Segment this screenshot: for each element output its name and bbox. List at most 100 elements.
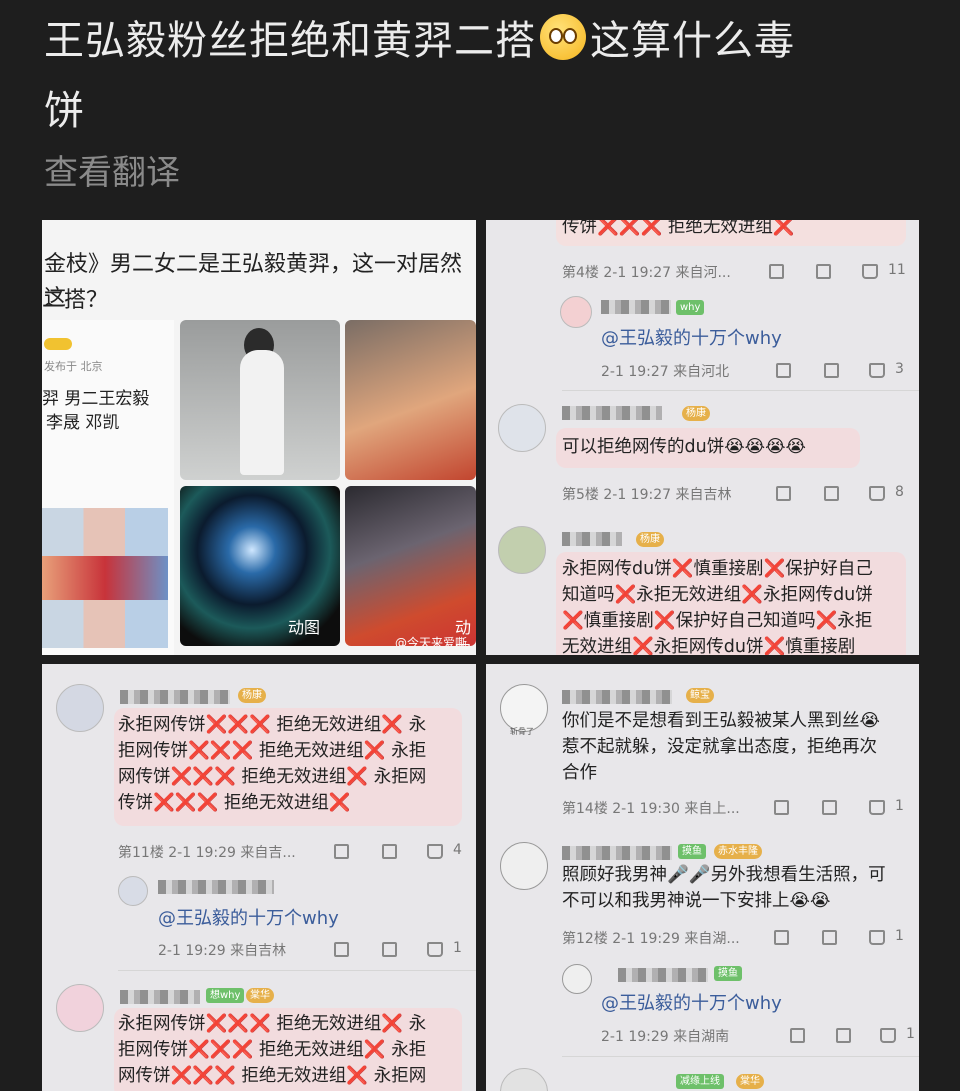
reply-mention[interactable]: @王弘毅的十万个why (601, 324, 782, 350)
comment-icon[interactable] (836, 1028, 851, 1043)
floor5-like-count: 8 (895, 484, 904, 500)
title-text-2: 这算什么毒 (590, 18, 795, 64)
comment-text-6-l3: ❌慎重接剧❌保护好自己知道吗❌永拒 (562, 611, 873, 631)
news-left-column: 发布于 北京 羿 男二王宏毅 李晟 邓凯 (42, 320, 174, 655)
figure-robe (240, 350, 284, 475)
photo-couple-scene[interactable]: 动图 @今天来爱嘶 (345, 486, 476, 646)
reply-like-count: 1 (453, 940, 462, 956)
like-icon[interactable] (869, 800, 885, 815)
reply-mention[interactable]: @王弘毅的十万个why (601, 989, 782, 1015)
share-icon[interactable] (776, 363, 791, 378)
commenter-avatar-5[interactable] (498, 404, 546, 452)
fan-badge-6: 杨康 (636, 532, 664, 547)
comment-text-11-l1: 永拒网传饼❌❌❌ 拒绝无效进组❌ 永 (118, 715, 427, 735)
comment-text-14-l2: 惹不起就躲，没定就拿出态度，拒绝再次 (562, 737, 877, 757)
photo-man-white-robe[interactable] (180, 320, 340, 480)
commenter-avatar-6[interactable] (498, 526, 546, 574)
comment-text-6-l2: 知道吗❌永拒无效进组❌永拒网传du饼 (562, 585, 873, 605)
comment-panel-4: 斩骨了 鲸宝 你们是不是想看到王弘毅被某人黑到丝😭 惹不起就躲，没定就拿出态度，… (486, 664, 919, 1091)
reply-like-count: 1 (906, 1026, 915, 1042)
share-icon[interactable] (776, 486, 791, 501)
reply-badge-why: why (676, 300, 705, 315)
photo-woman-red-costume[interactable] (345, 320, 476, 480)
floor11-like-count: 4 (453, 842, 462, 858)
commenter-name-14[interactable] (562, 690, 672, 704)
like-icon[interactable] (427, 844, 443, 859)
author-badge (44, 338, 72, 350)
reply-badge-moyu: 摸鱼 (714, 966, 742, 981)
commenter-avatar-bottom[interactable] (500, 1068, 548, 1091)
news-headline-line2: 二搭？ (42, 288, 109, 313)
publish-location: 发布于 北京 (44, 360, 103, 373)
share-icon[interactable] (769, 264, 784, 279)
commenter-avatar-12[interactable] (56, 984, 104, 1032)
floor14-meta: 第14楼 2-1 19:30 来自上... (562, 801, 740, 817)
like-icon[interactable] (880, 1028, 896, 1043)
reply-meta: 2-1 19:29 来自吉林 (158, 943, 287, 959)
fan-badge-5: 杨康 (682, 406, 710, 421)
comment-icon[interactable] (824, 363, 839, 378)
cast-line-2: 李晟 邓凯 (46, 413, 120, 433)
comment-icon[interactable] (822, 930, 837, 945)
commenter-name-6[interactable] (562, 532, 622, 546)
weibo-watermark: @今天来爱嘶 (395, 636, 468, 646)
comment-text-11-l3: 网传饼❌❌❌ 拒绝无效进组❌ 永拒网 (118, 767, 427, 787)
share-icon[interactable] (790, 1028, 805, 1043)
share-icon[interactable] (334, 844, 349, 859)
weibo-post-screenshot: 王弘毅粉丝拒绝和黄羿二搭 这算什么毒 饼 查看翻译 金枝》男二女二是王弘毅黄羿，这… (0, 0, 960, 1091)
floor11-meta: 第11楼 2-1 19:29 来自吉... (118, 845, 296, 861)
reply-like-count: 3 (895, 361, 904, 377)
photo-stage-event[interactable]: 动图 (180, 486, 340, 646)
comment-text-14-l1: 你们是不是想看到王弘毅被某人黑到丝😭 (562, 711, 880, 731)
fan-badge-tanghua: 棠华 (246, 988, 274, 1003)
like-icon[interactable] (862, 264, 878, 279)
comment-icon[interactable] (822, 800, 837, 815)
fan-badge-moyu: 摸鱼 (678, 844, 706, 859)
comment-panel-2: 传饼❌❌❌ 拒绝无效进组❌ 第4楼 2-1 19:27 来自河... 11 wh… (486, 220, 919, 655)
comment-text-5: 可以拒绝网传的du饼😭😭😭😭 (562, 437, 806, 457)
reply-username[interactable] (158, 880, 274, 894)
fan-badge-why: 想why (206, 988, 245, 1003)
comment-icon[interactable] (382, 844, 397, 859)
reply-meta: 2-1 19:27 来自河北 (601, 364, 730, 380)
comment-text-top: 传饼❌❌❌ 拒绝无效进组❌ (562, 220, 795, 237)
commenter-avatar-14[interactable] (500, 684, 548, 732)
title-text-3: 饼 (44, 88, 85, 134)
comment-text-11-l4: 传饼❌❌❌ 拒绝无效进组❌ (118, 793, 351, 813)
reply-username[interactable] (618, 968, 708, 982)
fan-badge-chishui: 赤水丰隆 (714, 844, 762, 859)
like-icon[interactable] (869, 363, 885, 378)
comment-icon[interactable] (816, 264, 831, 279)
like-icon[interactable] (869, 930, 885, 945)
share-icon[interactable] (334, 942, 349, 957)
floor4-meta: 第4楼 2-1 19:27 来自河... (562, 265, 731, 281)
fan-badge-11: 杨康 (238, 688, 266, 703)
share-icon[interactable] (774, 800, 789, 815)
like-icon[interactable] (869, 486, 885, 501)
reply-avatar[interactable] (562, 964, 592, 994)
post-title: 王弘毅粉丝拒绝和黄羿二搭 这算什么毒 饼 (44, 6, 924, 146)
reply-avatar[interactable] (560, 296, 592, 328)
commenter-name-12[interactable] (120, 990, 200, 1004)
view-translation-link[interactable]: 查看翻译 (44, 145, 180, 194)
comment-text-12-l3: 网传饼❌❌❌ 拒绝无效进组❌ 永拒网 (118, 1066, 427, 1086)
comment-text-12-l2: 拒网传饼❌❌❌ 拒绝无效进组❌ 永拒 (118, 1040, 427, 1060)
commenter-name-5[interactable] (562, 406, 662, 420)
comment-icon[interactable] (382, 942, 397, 957)
flushed-face-emoji-icon (540, 14, 586, 60)
fan-badge-jianyuan: 减缘上线 (676, 1074, 724, 1089)
commenter-name-12b[interactable] (562, 846, 672, 860)
comment-icon[interactable] (824, 486, 839, 501)
reply-username[interactable] (601, 300, 671, 314)
image-news-card[interactable]: 金枝》男二女二是王弘毅黄羿，这一对居然这 二搭？ 发布于 北京 羿 男二王宏毅 … (42, 220, 476, 655)
share-icon[interactable] (774, 930, 789, 945)
comment-text-12-l1: 永拒网传饼❌❌❌ 拒绝无效进组❌ 永 (118, 1014, 427, 1034)
commenter-avatar-12b[interactable] (500, 842, 548, 890)
reply-mention[interactable]: @王弘毅的十万个why (158, 904, 339, 930)
like-icon[interactable] (427, 942, 443, 957)
commenter-avatar-11[interactable] (56, 684, 104, 732)
commenter-name-11[interactable] (120, 690, 230, 704)
floor12-like-count: 1 (895, 928, 904, 944)
floor4-like-count: 11 (888, 262, 906, 278)
reply-avatar[interactable] (118, 876, 148, 906)
